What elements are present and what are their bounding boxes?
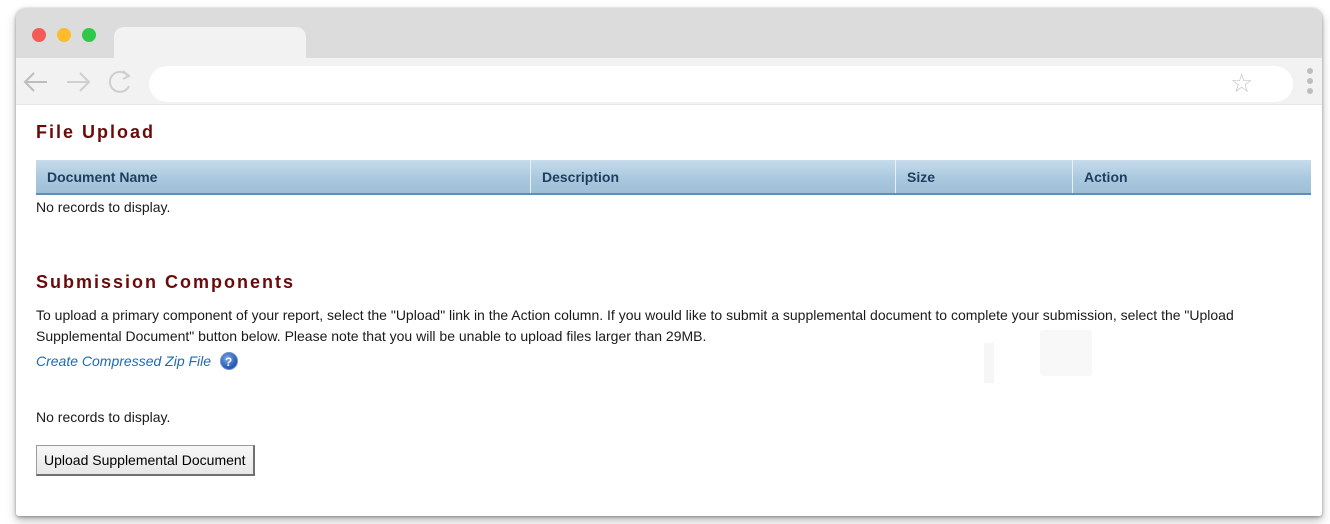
help-icon[interactable]: ? [219,352,238,370]
submission-empty-message: No records to display. [36,409,171,425]
column-header-document-name[interactable]: Document Name [36,160,531,193]
maximize-window-button[interactable] [82,28,96,42]
close-window-button[interactable] [32,28,46,42]
browser-window: ☆ File Upload Document Name Description … [16,8,1322,516]
faint-artifact [984,343,994,383]
reload-icon[interactable] [106,68,134,96]
upload-supplemental-document-button[interactable]: Upload Supplemental Document [36,445,255,476]
bookmark-star-icon[interactable]: ☆ [1230,69,1253,97]
back-arrow-icon[interactable] [22,68,50,96]
kebab-menu-icon[interactable] [1306,68,1314,100]
column-header-size[interactable]: Size [896,160,1073,193]
submission-components-heading: Submission Components [36,272,296,292]
minimize-window-button[interactable] [57,28,71,42]
file-upload-heading: File Upload [36,122,156,142]
file-upload-empty-message: No records to display. [36,199,171,215]
submission-instructions: To upload a primary component of your re… [36,307,1234,344]
column-header-description[interactable]: Description [531,160,896,193]
page-content: File Upload Document Name Description Si… [16,104,1322,516]
column-header-action[interactable]: Action [1073,160,1311,193]
file-upload-grid-header: Document Name Description Size Action [36,160,1311,195]
forward-arrow-icon[interactable] [64,68,92,96]
faint-artifact [1040,330,1092,376]
address-bar[interactable] [149,66,1293,102]
zip-link-row: Create Compressed Zip File ? [36,352,238,374]
create-zip-link[interactable]: Create Compressed Zip File [36,353,211,369]
